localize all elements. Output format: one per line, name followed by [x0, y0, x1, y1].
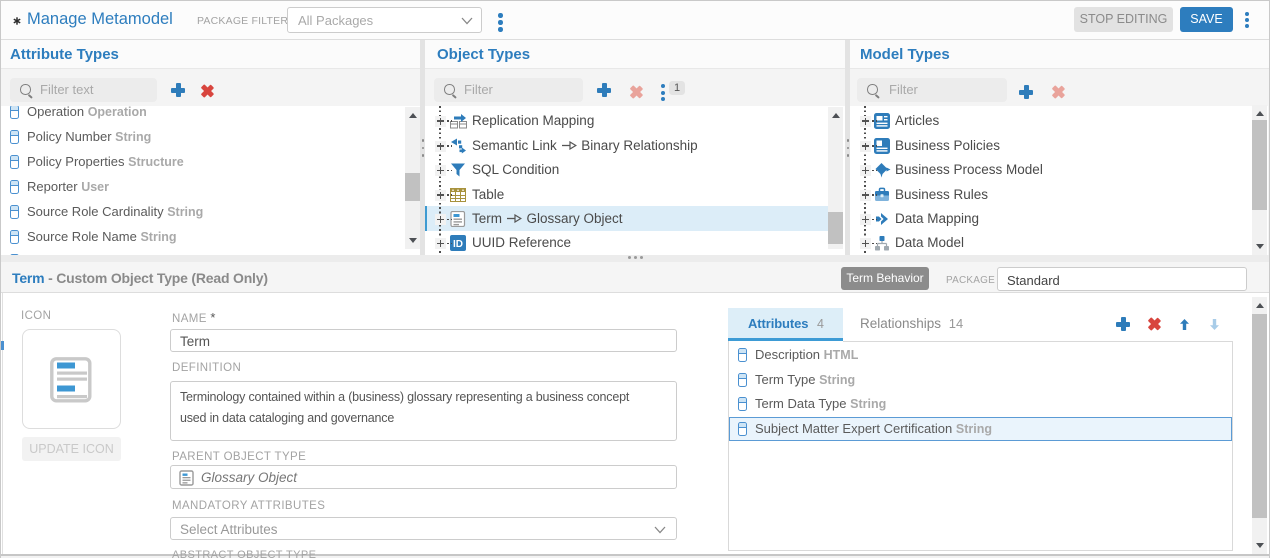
- svg-text:ID: ID: [453, 239, 463, 250]
